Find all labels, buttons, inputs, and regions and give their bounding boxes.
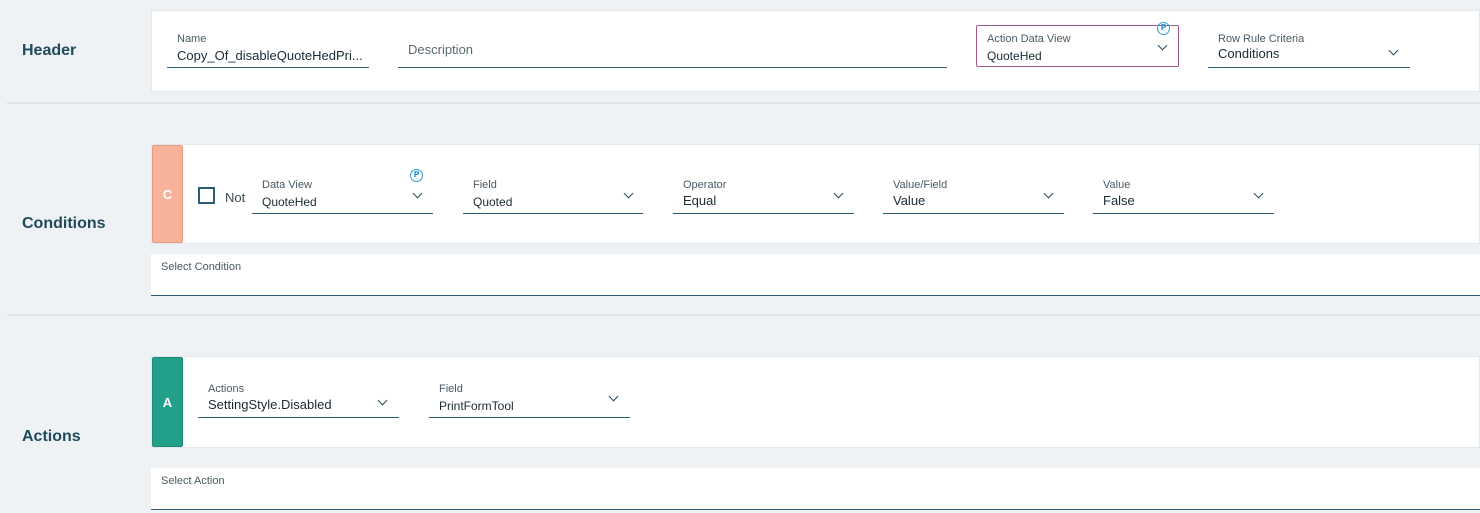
section-label-header: Header [22,42,77,59]
action-data-view-label: Action Data View [987,33,1071,45]
action-tag: A [152,357,183,447]
chevron-down-icon[interactable] [1157,40,1168,51]
parameter-badge-icon: P [1157,22,1170,35]
value-field-value: Value [893,193,926,208]
description-field[interactable]: Description [398,37,947,68]
row-rule-criteria-select[interactable]: Row Rule Criteria Conditions [1208,33,1410,68]
not-label: Not [225,190,246,205]
name-field[interactable]: Name Copy_Of_disableQuoteHedPri... [167,33,369,68]
chevron-down-icon[interactable] [1253,188,1264,199]
chevron-down-icon[interactable] [608,391,619,402]
chevron-down-icon[interactable] [412,188,423,199]
header-card: Name Copy_Of_disableQuoteHedPri... Descr… [151,10,1480,92]
value-field-select[interactable]: Value/Field Value [883,179,1064,214]
condition-field-select[interactable]: Field Quoted [463,179,643,214]
chevron-down-icon[interactable] [623,188,634,199]
not-checkbox[interactable] [198,187,215,204]
select-action-input[interactable]: Select Action [151,468,1480,510]
data-view-value: QuoteHed [262,195,317,209]
condition-tag: C [152,145,183,243]
data-view-label: Data View [262,179,312,191]
value-field-label: Value/Field [893,179,948,191]
select-condition-input[interactable]: Select Condition [151,254,1480,296]
section-divider [7,102,1480,104]
operator-value: Equal [683,193,717,208]
section-divider [7,314,1480,316]
row-rule-criteria-label: Row Rule Criteria [1218,33,1305,45]
actions-label: Actions [208,383,245,395]
field-value: Quoted [473,195,513,209]
action-data-view-value: QuoteHed [987,49,1042,63]
condition-card: C Not Data View QuoteHed P Field Quoted … [151,144,1480,244]
select-action-label: Select Action [161,475,225,487]
field-label: Field [473,179,497,191]
description-placeholder: Description [408,42,474,57]
action-field-label: Field [439,383,463,395]
name-value: Copy_Of_disableQuoteHedPri... [177,48,363,63]
action-card: A Actions SettingStyle.Disabled Field Pr… [151,356,1480,448]
action-field-value: PrintFormTool [439,399,514,413]
row-rule-criteria-value: Conditions [1218,46,1280,61]
operator-label: Operator [683,179,727,191]
section-label-conditions: Conditions [22,215,106,232]
actions-value: SettingStyle.Disabled [208,397,332,412]
chevron-down-icon[interactable] [1043,188,1054,199]
chevron-down-icon[interactable] [833,188,844,199]
chevron-down-icon[interactable] [377,395,388,406]
value-select[interactable]: Value False [1093,179,1274,214]
value-label: Value [1103,179,1131,191]
chevron-down-icon[interactable] [1388,45,1399,56]
action-data-view-select[interactable]: Action Data View QuoteHed P [976,22,1179,67]
condition-data-view-select[interactable]: Data View QuoteHed P [252,169,433,214]
name-label: Name [177,33,207,45]
select-condition-label: Select Condition [161,261,242,273]
action-field-select[interactable]: Field PrintFormTool [429,383,630,418]
value-value: False [1103,193,1135,208]
operator-select[interactable]: Operator Equal [673,179,854,214]
parameter-badge-icon: P [410,169,423,182]
actions-select[interactable]: Actions SettingStyle.Disabled [198,383,399,418]
section-label-actions: Actions [22,428,81,445]
